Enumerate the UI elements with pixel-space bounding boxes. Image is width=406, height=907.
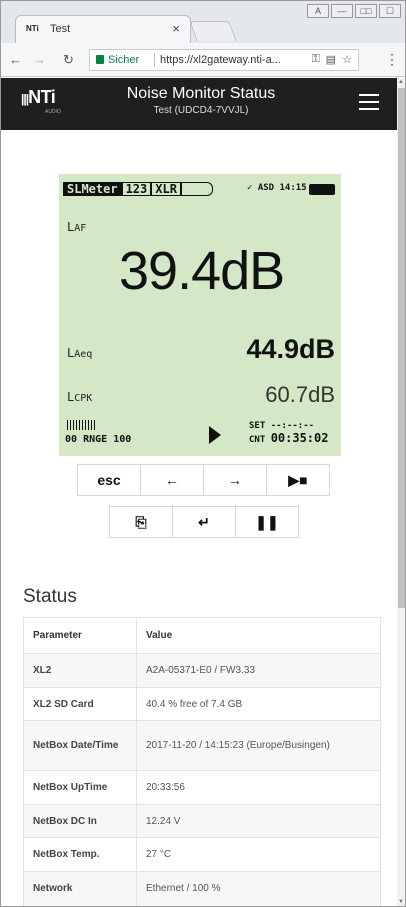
profile-button[interactable]: A — [307, 4, 329, 18]
row-value: Ethernet / 100 % — [136, 871, 381, 906]
tab-strip: NTi Test × A — □□ ☐ — [1, 1, 405, 43]
lcd-status: ✓ ASD 14:15 — [247, 183, 307, 193]
tab-title: Test — [50, 23, 71, 35]
start-stop-button[interactable]: ▶■ — [266, 464, 330, 496]
translate-icon[interactable]: ▤ — [326, 53, 336, 66]
enter-button[interactable]: ↵ — [172, 506, 236, 538]
table-row: XL2 SD Card 40.4 % free of 7.4 GB — [23, 687, 381, 721]
column-header-value: Value — [136, 617, 381, 654]
status-heading: Status — [23, 586, 77, 607]
vertical-scrollbar[interactable]: ▲ ▼ — [397, 78, 405, 906]
tab-close-icon[interactable]: × — [172, 21, 180, 36]
table-row: NetBox Temp. 27 °C — [23, 837, 381, 872]
set-value: --:--:-- — [270, 421, 315, 431]
copy-button[interactable]: ⎘ — [109, 506, 173, 538]
window-controls: A — □□ ☐ — [307, 4, 401, 18]
battery-icon — [309, 184, 335, 195]
logo-subtext: AUDIO — [45, 109, 61, 115]
nti-logo: |||NTi — [21, 87, 56, 107]
lcd-tab-slmeter: SLMeter — [63, 182, 122, 196]
secure-label: Sicher — [108, 54, 140, 66]
xl2-display: SLMeter 123 XLR ✓ ASD 14:15 LAF 39.4dB L… — [59, 174, 341, 456]
star-icon[interactable]: ☆ — [342, 53, 352, 66]
laf-label: LAF — [67, 220, 87, 234]
left-arrow-button[interactable]: ← — [140, 464, 204, 496]
row-parameter: NetBox UpTime — [23, 770, 136, 805]
hamburger-menu-icon[interactable] — [359, 94, 379, 110]
laf-sub: AF — [74, 223, 87, 234]
nti-favicon-icon: NTi — [26, 24, 39, 33]
play-icon — [209, 426, 221, 444]
lcd-tab-123: 123 — [121, 182, 152, 196]
range-label: RNGE — [83, 434, 108, 445]
restore-button[interactable]: □□ — [355, 4, 377, 18]
status-table: Parameter Value XL2 A2A-05371-E0 / FW3.3… — [23, 617, 381, 906]
timer-block: SET --:--:-- CNT 00:35:02 — [249, 420, 328, 446]
table-row: NetBox DC In 12.24 V — [23, 804, 381, 838]
row-value: A2A-05371-E0 / FW3.33 — [136, 653, 381, 688]
lcpk-label: LCPK — [67, 390, 93, 404]
right-arrow-button[interactable]: → — [203, 464, 267, 496]
cnt-value: 00:35:02 — [270, 431, 329, 445]
divider — [154, 53, 155, 67]
table-row: XL2 A2A-05371-E0 / FW3.33 — [23, 653, 381, 688]
back-arrow-icon[interactable]: ← — [9, 52, 22, 67]
cnt-label: CNT — [249, 435, 266, 445]
lcpk-value: 60.7dB — [265, 382, 335, 407]
column-header-parameter: Parameter — [23, 617, 136, 654]
row-parameter: XL2 SD Card — [23, 687, 136, 721]
table-row: NetBox UpTime 20:33:56 — [23, 770, 381, 805]
browser-tab[interactable]: NTi Test × — [15, 15, 191, 43]
lcd-tabs: SLMeter 123 XLR — [63, 182, 213, 196]
lcd-tab-xlr: XLR — [151, 182, 181, 196]
url-text[interactable]: https://xl2gateway.nti-a... — [160, 54, 281, 66]
row-value: 40.4 % free of 7.4 GB — [136, 687, 381, 721]
set-label: SET — [249, 421, 266, 431]
page-subtitle: Test (UDCD4-7VVJL) — [153, 105, 249, 116]
laeq-sub: Aeq — [74, 349, 93, 360]
new-tab-button[interactable] — [189, 21, 237, 41]
close-window-button[interactable]: ☐ — [379, 4, 401, 18]
lcpk-sub: CPK — [74, 393, 93, 404]
row-parameter: NetBox Date/Time — [23, 720, 136, 771]
forward-arrow-icon[interactable]: → — [33, 52, 46, 67]
app-header: |||NTi AUDIO Noise Monitor Status Test (… — [1, 78, 397, 130]
pause-button[interactable]: ❚❚ — [235, 506, 299, 538]
browser-menu-icon[interactable]: ⋮ — [385, 51, 399, 68]
esc-button[interactable]: esc — [77, 464, 141, 496]
scroll-down-icon[interactable]: ▼ — [398, 899, 404, 905]
address-bar[interactable]: Sicher https://xl2gateway.nti-a... ⚿ ▤ ☆ — [89, 49, 359, 71]
row-value: 2017-11-20 / 14:15:23 (Europe/Busingen) — [136, 720, 381, 771]
laeq-value: 44.9dB — [246, 334, 335, 364]
row-parameter: XL2 — [23, 653, 136, 688]
table-row: NetBox Date/Time 2017-11-20 / 14:15:23 (… — [23, 720, 381, 771]
lcd-tab-blank — [180, 182, 213, 196]
row-value: 20:33:56 — [136, 770, 381, 805]
minimize-button[interactable]: — — [331, 4, 353, 18]
scroll-up-icon[interactable]: ▲ — [398, 79, 404, 85]
range-indicator: 00 RNGE 100 — [65, 434, 131, 445]
browser-window: NTi Test × A — □□ ☐ ← → ↻ Sicher https:/… — [0, 0, 406, 907]
scrollbar-thumb[interactable] — [398, 88, 405, 608]
row-parameter: NetBox Temp. — [23, 837, 136, 872]
reload-icon[interactable]: ↻ — [63, 52, 74, 68]
level-meter — [67, 420, 97, 430]
row-value: 27 °C — [136, 837, 381, 872]
laeq-label: LAeq — [67, 346, 93, 360]
toolbar: ← → ↻ Sicher https://xl2gateway.nti-a...… — [1, 43, 405, 77]
range-high: 100 — [113, 434, 132, 445]
lock-icon — [96, 55, 104, 64]
column-divider — [136, 617, 137, 906]
key-icon[interactable]: ⚿ — [312, 53, 320, 66]
range-low: 00 — [65, 434, 78, 445]
page-title: Noise Monitor Status — [126, 85, 276, 102]
row-parameter: Network — [23, 871, 136, 906]
row-parameter: NetBox DC In — [23, 804, 136, 838]
row-value: 12.24 V — [136, 804, 381, 838]
laf-value: 39.4dB — [119, 241, 285, 301]
logo-text: NTi — [28, 87, 56, 107]
table-row: Network Ethernet / 100 % — [23, 871, 381, 906]
table-header-row: Parameter Value — [23, 617, 381, 654]
